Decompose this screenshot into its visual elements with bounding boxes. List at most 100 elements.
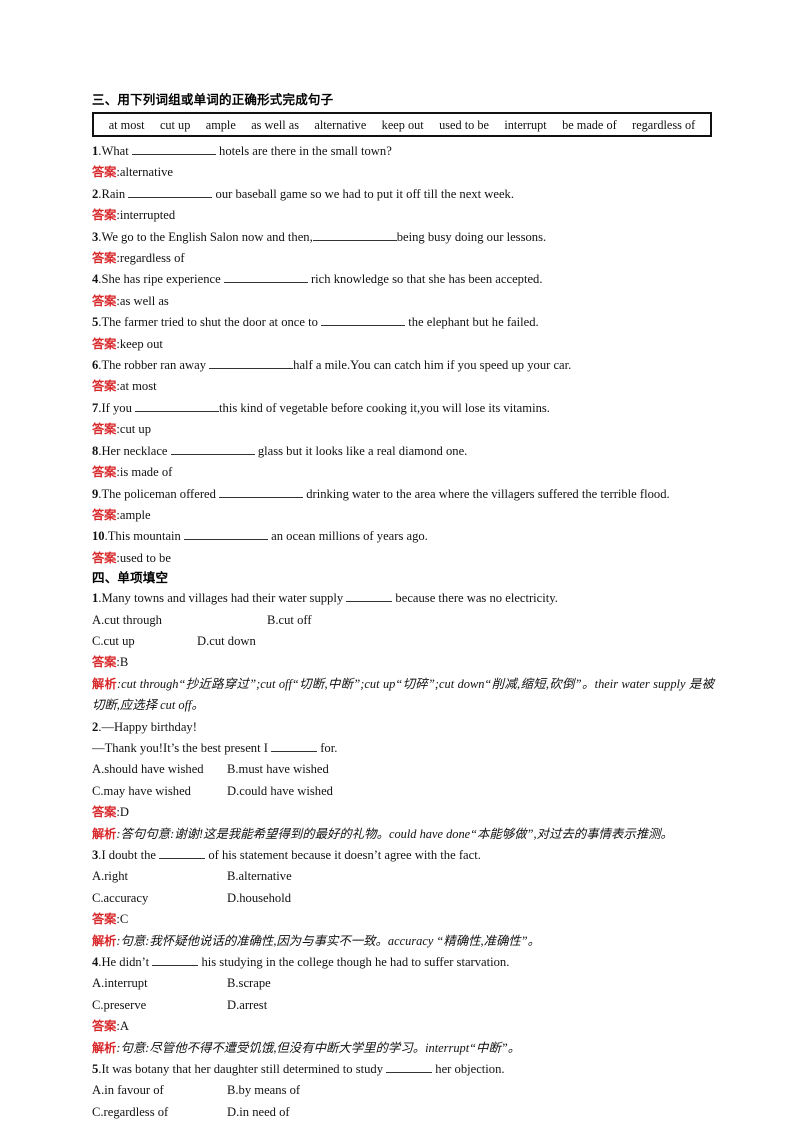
answer-blank[interactable] [386, 1062, 433, 1074]
explanation-row: 解析:句意:我怀疑他说话的准确性,因为与事实不一致。accuracy “精确性,… [92, 931, 714, 952]
word-bank-item: ample [205, 117, 236, 132]
question-text-post: this kind of vegetable before cooking it… [219, 400, 550, 415]
mc-option-b[interactable]: B.by means of [227, 1080, 300, 1101]
mc-option-a[interactable]: A.in favour of [92, 1080, 227, 1101]
question-text-pre: .This mountain [104, 529, 184, 544]
answer-blank[interactable] [209, 358, 294, 370]
mc-question-stem-line2: —Thank you!It’s the best present I for. [92, 738, 714, 759]
mc-option-c[interactable]: C.preserve [92, 995, 227, 1016]
mc-option-row: A.right B.alternative [92, 866, 714, 887]
explanation-label: 解析 [92, 826, 117, 841]
question-number: 10 [92, 529, 105, 544]
question-text-post: half a mile.You can catch him if you spe… [293, 358, 572, 373]
answer-value: :at most [116, 379, 157, 394]
answer-blank[interactable] [346, 591, 393, 603]
answer-label: 答案 [92, 422, 117, 437]
answer-label: 答案 [92, 550, 117, 565]
answer-label: 答案 [92, 507, 117, 522]
mc-option-a[interactable]: A.interrupt [92, 973, 227, 994]
answer-blank[interactable] [271, 741, 318, 752]
answer-value: :as well as [116, 293, 169, 308]
mc-option-b[interactable]: B.alternative [227, 866, 292, 887]
fill-blank-question: 2.Rain our baseball game so we had to pu… [92, 184, 714, 205]
mc-option-row: C.cut up D.cut down [92, 631, 714, 652]
answer-blank[interactable] [131, 144, 216, 155]
answer-value: :B [116, 655, 129, 670]
fill-blank-question: 5.The farmer tried to shut the door at o… [92, 312, 714, 333]
answer-blank[interactable] [312, 229, 397, 241]
answer-label: 答案 [92, 805, 117, 820]
answer-row: 答案:C [92, 909, 714, 930]
explanation-row: 解析:cut through“抄近路穿过”;cut off“切断,中断”;cut… [92, 674, 714, 717]
mc-option-c[interactable]: C.cut up [92, 631, 197, 652]
answer-value: :cut up [116, 422, 152, 437]
question-text-pre: —Thank you!It’s the best present I [92, 740, 272, 755]
mc-option-row: C.preserve D.arrest [92, 995, 714, 1016]
mc-option-b[interactable]: B.cut off [267, 610, 312, 631]
word-bank-item: be made of [562, 117, 617, 132]
mc-option-c[interactable]: C.may have wished [92, 781, 227, 802]
word-bank-item: at most [108, 117, 145, 132]
mc-option-d[interactable]: D.in need of [227, 1102, 290, 1123]
mc-option-row: C.regardless of D.in need of [92, 1102, 714, 1123]
explanation-text: :答句句意:谢谢!这是我能希望得到的最好的礼物。could have done“… [116, 826, 673, 841]
answer-row: 答案:regardless of [92, 248, 714, 269]
answer-row: 答案:keep out [92, 334, 714, 355]
answer-label: 答案 [92, 336, 117, 351]
answer-value: :alternative [116, 165, 174, 180]
mc-option-d[interactable]: D.could have wished [227, 781, 333, 802]
answer-value: :is made of [116, 465, 173, 480]
answer-row: 答案:ample [92, 505, 714, 526]
answer-label: 答案 [92, 293, 117, 308]
mc-question-stem: 1.Many towns and villages had their wate… [92, 588, 714, 609]
answer-blank[interactable] [223, 272, 308, 284]
mc-option-a[interactable]: A.cut through [92, 610, 267, 631]
mc-option-row: A.interrupt B.scrape [92, 973, 714, 994]
word-bank-item: keep out [381, 117, 424, 132]
mc-option-a[interactable]: A.right [92, 866, 227, 887]
fill-blank-question: 3.We go to the English Salon now and the… [92, 227, 714, 248]
question-text-pre: .What [98, 144, 132, 158]
answer-row: 答案:D [92, 802, 714, 823]
question-text-pre: .It was botany that her daughter still d… [98, 1062, 387, 1077]
mc-option-a[interactable]: A.should have wished [92, 759, 227, 780]
answer-label: 答案 [92, 465, 117, 480]
question-text-pre: .I doubt the [98, 848, 160, 862]
answer-value: :interrupted [116, 208, 176, 223]
mc-option-d[interactable]: D.cut down [197, 631, 256, 652]
answer-row: 答案:interrupted [92, 205, 714, 226]
answer-blank[interactable] [321, 315, 406, 327]
question-text-post: glass but it looks like a real diamond o… [254, 443, 468, 458]
word-bank-item: cut up [159, 117, 191, 132]
answer-label: 答案 [92, 165, 117, 180]
explanation-text: :句意:我怀疑他说话的准确性,因为与事实不一致。accuracy “精确性,准确… [116, 933, 541, 948]
answer-row: 答案:used to be [92, 548, 714, 569]
answer-blank[interactable] [128, 186, 213, 198]
mc-option-d[interactable]: D.arrest [227, 995, 267, 1016]
answer-blank[interactable] [135, 401, 220, 412]
answer-blank[interactable] [170, 443, 255, 455]
answer-blank[interactable] [219, 486, 304, 498]
worksheet-page: 三、用下列词组或单词的正确形式完成句子 at most cut up ample… [0, 0, 800, 1132]
mc-option-c[interactable]: C.accuracy [92, 888, 227, 909]
answer-row: 答案:B [92, 652, 714, 673]
question-text-pre: .The farmer tried to shut the door at on… [98, 315, 322, 330]
word-bank-item: alternative [314, 117, 367, 132]
mc-option-b[interactable]: B.must have wished [227, 759, 329, 780]
answer-blank[interactable] [159, 848, 206, 859]
mc-option-d[interactable]: D.household [227, 888, 291, 909]
question-text-pre: .Her necklace [98, 443, 171, 458]
answer-value: :ample [116, 507, 151, 522]
fill-blank-question: 9.The policeman offered drinking water t… [92, 484, 714, 505]
question-text-post: the elephant but he failed. [405, 315, 539, 330]
question-text-post: drinking water to the area where the vil… [303, 486, 670, 501]
page-content: 三、用下列词组或单词的正确形式完成句子 at most cut up ample… [92, 92, 714, 1123]
word-bank-item: regardless of [632, 117, 696, 132]
answer-blank[interactable] [152, 955, 199, 967]
question-text-post: hotels are there in the small town? [215, 144, 392, 158]
mc-option-c[interactable]: C.regardless of [92, 1102, 227, 1123]
mc-option-b[interactable]: B.scrape [227, 973, 271, 994]
answer-value: :A [116, 1019, 129, 1034]
word-bank-box: at most cut up ample as well as alternat… [92, 112, 712, 137]
answer-blank[interactable] [184, 529, 268, 541]
